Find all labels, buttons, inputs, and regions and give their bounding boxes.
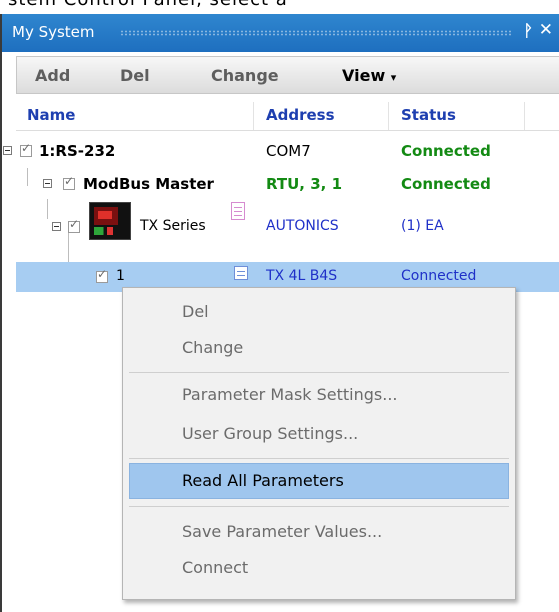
collapse-icon[interactable] [3,146,12,155]
tree-row-rs232[interactable]: 1:RS-232 COM7 Connected [3,136,559,166]
row-status: Connected [401,142,491,160]
column-status[interactable]: Status [401,106,456,124]
menu-item-change[interactable]: Change [129,330,509,366]
column-divider[interactable] [253,102,254,130]
parameter-document-icon [231,202,245,220]
row-name: 1:RS-232 [39,142,116,160]
menu-item-label: Del [182,302,209,321]
titlebar-grip [120,30,513,36]
menu-item-user-group-settings[interactable]: User Group Settings... [129,416,509,452]
view-label: View [342,66,386,85]
menu-separator [129,372,509,373]
menu-item-parameter-mask-settings[interactable]: Parameter Mask Settings... [129,377,509,413]
add-button[interactable]: Add [35,66,70,85]
close-icon[interactable]: ✕ [539,20,553,40]
menu-item-read-all-parameters[interactable]: Read All Parameters [129,463,509,499]
menu-separator [129,506,509,507]
background-text: stem Control Panel, select a [8,0,288,10]
menu-item-label: Read All Parameters [182,471,344,490]
menu-item-label: Save Parameter Values... [182,522,383,541]
checkbox-icon[interactable] [63,174,75,190]
menu-item-del[interactable]: Del [129,294,509,330]
change-button[interactable]: Change [211,66,279,85]
collapse-icon[interactable] [43,179,52,188]
menu-item-label: Parameter Mask Settings... [182,385,398,404]
panel-title: My System [12,23,95,41]
background-text-strip: stem Control Panel, select a [0,0,559,14]
checkbox-icon[interactable] [68,217,80,233]
menu-separator [129,458,509,459]
row-name: ModBus Master [83,175,214,193]
tree-row-tx-series[interactable]: TX Series AUTONICS (1) EA [16,200,559,244]
menu-item-label: Connect [182,558,249,577]
panel-titlebar[interactable]: My System ᚹ ✕ [2,14,559,52]
checkbox-icon[interactable] [96,267,108,283]
column-address[interactable]: Address [266,106,335,124]
view-button[interactable]: View ▾ [342,66,396,85]
column-name[interactable]: Name [27,106,75,124]
device-thumbnail-icon [89,202,131,240]
tree-row-modbus-master[interactable]: ModBus Master RTU, 3, 1 Connected [16,169,559,199]
row-status: (1) EA [401,218,444,234]
del-button[interactable]: Del [120,66,150,85]
row-address: AUTONICS [266,218,339,234]
row-name: 1 [116,268,125,284]
column-divider[interactable] [388,102,389,130]
menu-item-connect[interactable]: Connect [129,550,509,586]
chevron-down-icon: ▾ [390,71,397,84]
row-name: TX Series [140,218,206,234]
menu-item-save-parameter-values[interactable]: Save Parameter Values... [129,514,509,550]
row-address: TX 4L B4S [266,268,338,284]
checkbox-icon[interactable] [20,141,32,157]
toolbar: Add Del Change View ▾ [16,56,559,94]
parameter-document-icon [234,266,248,280]
pin-icon[interactable]: ᚹ [523,21,533,40]
row-address: RTU, 3, 1 [266,175,343,193]
row-status: Connected [401,268,477,284]
menu-item-label: User Group Settings... [182,424,359,443]
collapse-icon[interactable] [52,222,61,231]
menu-item-label: Change [182,338,244,357]
column-divider[interactable] [524,102,525,130]
column-header: Name Address Status [16,102,559,131]
row-status: Connected [401,175,491,193]
context-menu: Del Change Parameter Mask Settings... Us… [122,287,516,600]
row-address: COM7 [266,142,311,160]
